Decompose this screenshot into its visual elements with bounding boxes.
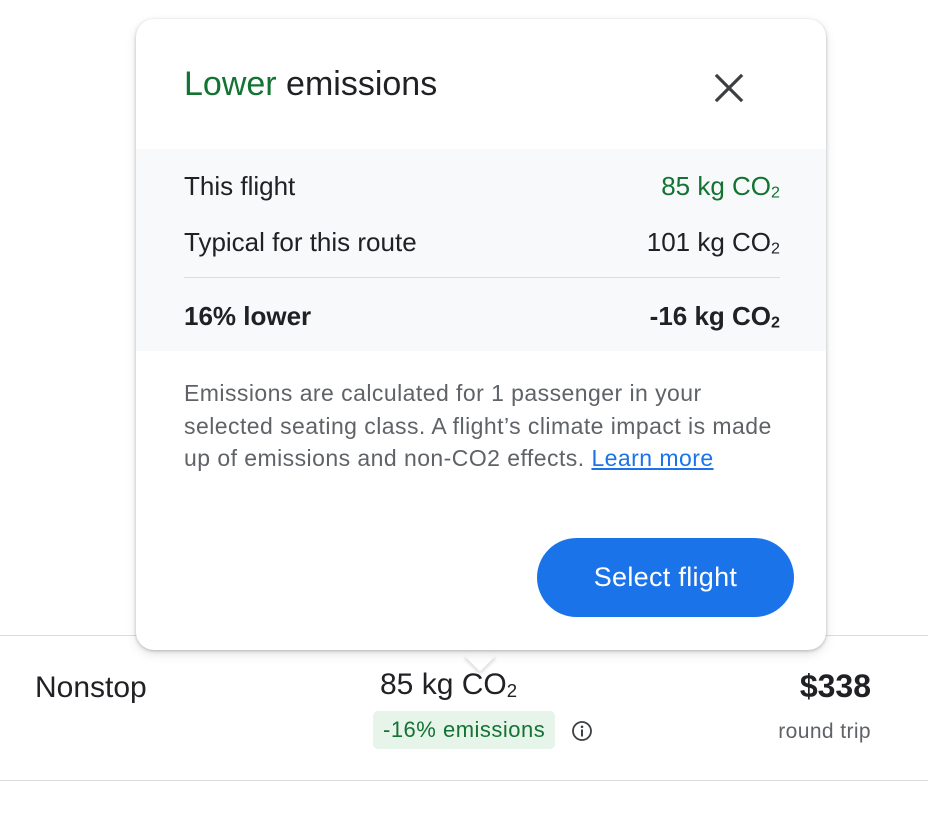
row-divider-bottom [0, 780, 928, 781]
comparison-value: -16 kg CO2 [650, 301, 780, 332]
comparison-value-subscript: 2 [771, 313, 780, 332]
stops-label: Nonstop [35, 671, 147, 704]
emissions-value-text: 85 kg CO [380, 668, 507, 701]
popup-title-rest: emissions [276, 65, 438, 103]
comparison-value-text: 101 kg CO [646, 227, 772, 257]
comparison-label: 16% lower [184, 301, 312, 331]
emissions-description: Emissions are calculated for 1 passenger… [184, 377, 784, 475]
learn-more-link[interactable]: Learn more [591, 445, 713, 471]
info-icon[interactable] [570, 719, 594, 743]
comparison-value: 101 kg CO2 [647, 227, 780, 258]
comparison-value-subscript: 2 [771, 183, 780, 202]
emissions-comparison: This flight 85 kg CO2 Typical for this r… [136, 149, 826, 351]
emissions-value: 85 kg CO2 [380, 668, 517, 702]
comparison-value-text: -16 kg CO [649, 301, 772, 331]
comparison-divider [184, 277, 780, 278]
popup-title: Lower emissions [184, 65, 437, 104]
emissions-value-subscript: 2 [506, 679, 518, 701]
comparison-row-typical: Typical for this route 101 kg CO2 [184, 227, 780, 258]
comparison-value: 85 kg CO2 [661, 171, 780, 202]
comparison-label: This flight [184, 171, 296, 201]
select-flight-button[interactable]: Select flight [537, 538, 794, 617]
flight-results-page: Nonstop 85 kg CO2 -16% emissions $338 ro… [0, 0, 928, 818]
price: $338 [799, 668, 871, 704]
comparison-label: Typical for this route [184, 227, 417, 257]
popup-title-accent: Lower [184, 65, 277, 103]
emissions-popup: Lower emissions This flight 85 kg CO2 Ty… [136, 19, 826, 650]
emissions-badge[interactable]: -16% emissions [373, 711, 556, 749]
comparison-row-this-flight: This flight 85 kg CO2 [184, 171, 780, 202]
comparison-value-subscript: 2 [771, 239, 780, 258]
comparison-value-text: 85 kg CO [661, 171, 772, 201]
comparison-row-difference: 16% lower -16 kg CO2 [184, 301, 780, 332]
close-icon [714, 73, 744, 108]
close-button[interactable] [706, 67, 752, 113]
trip-type-label: round trip [778, 720, 871, 743]
